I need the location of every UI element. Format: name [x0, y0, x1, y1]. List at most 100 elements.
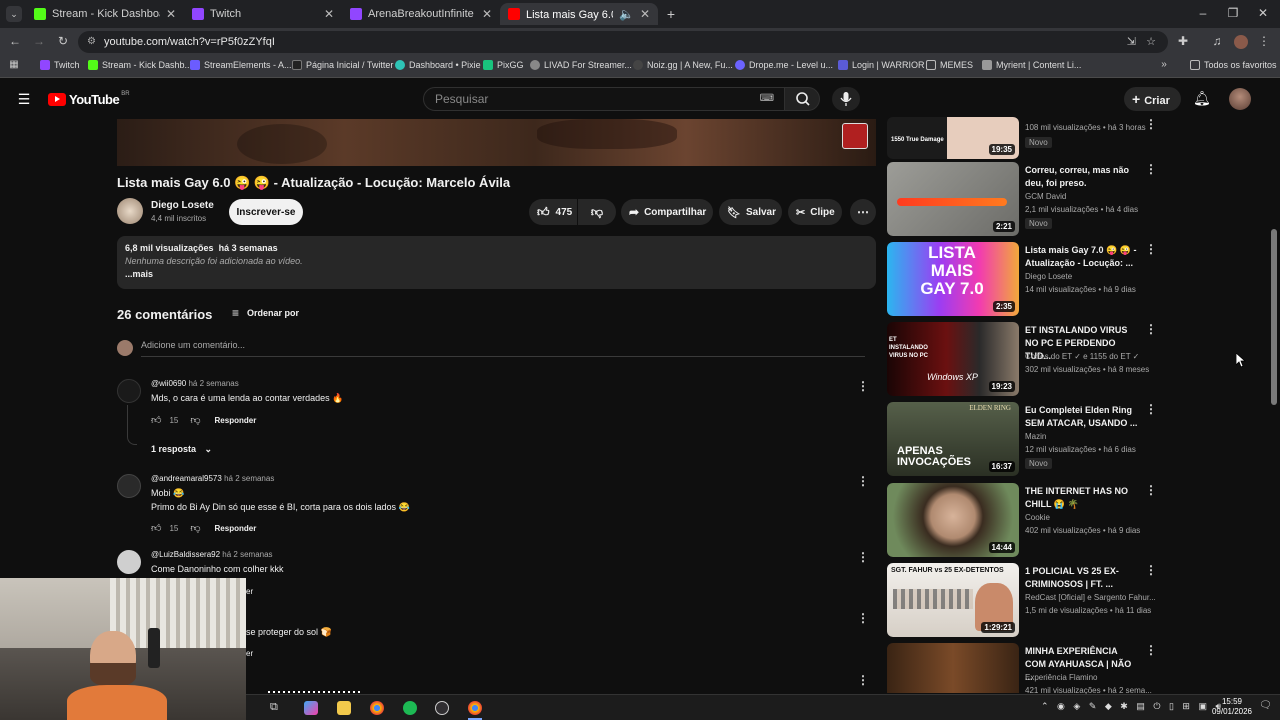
bookmark-livad[interactable]: LIVAD For Streamer... — [530, 60, 632, 70]
recommendation-item[interactable]: LISTA MAIS GAY 7.0 2:35 Lista mais Gay 7… — [887, 242, 1167, 318]
obs-icon[interactable] — [435, 701, 449, 715]
comment-menu-icon[interactable]: ⋮ — [857, 611, 869, 625]
bookmark-kick[interactable]: Stream - Kick Dashb... — [88, 60, 192, 70]
video-thumbnail[interactable]: SGT. FAHUR vs 25 EX-DETENTOS 1:29:21 — [887, 563, 1019, 637]
close-tab-icon[interactable]: ✕ — [640, 7, 650, 21]
menu-icon[interactable]: ☰ — [17, 91, 31, 108]
account-avatar[interactable] — [1229, 88, 1251, 110]
system-tray-icons[interactable]: ⌃ ◉ ◈ ✎ ◆ ✱ ▤ ⏻ ▯ ⊞ ▣ 🔊︎ — [1041, 701, 1224, 712]
close-tab-icon[interactable]: ✕ — [324, 7, 334, 21]
tab-search-icon[interactable]: ⌄ — [6, 6, 22, 22]
video-thumbnail[interactable]: 14:44 — [887, 483, 1019, 557]
show-replies-button[interactable]: 1 resposta ⌄ — [151, 444, 212, 455]
recommendation-item[interactable]: MINHA EXPERIÊNCIA COM AYAHUASCA | NÃO ..… — [887, 643, 1167, 695]
video-menu-icon[interactable]: ⋮ — [1145, 402, 1157, 416]
tab-twitch[interactable]: Twitch ✕ — [184, 3, 342, 25]
sort-comments-button[interactable]: ≡ Ordenar por — [232, 306, 299, 320]
recommendation-item[interactable]: 14:44 THE INTERNET HAS NO CHILL 😭 🌴 Cook… — [887, 483, 1167, 559]
video-menu-icon[interactable]: ⋮ — [1145, 162, 1157, 176]
video-player[interactable] — [117, 119, 876, 166]
extensions-icon[interactable]: ✚ — [1176, 34, 1190, 48]
bookmark-pixgg[interactable]: PixGG — [483, 60, 524, 70]
save-button[interactable]: 🔖︎ Salvar — [719, 199, 782, 225]
restore-icon[interactable]: ❐ — [1226, 6, 1240, 20]
avatar[interactable] — [117, 379, 141, 403]
task-view-icon[interactable]: ⧉ — [270, 701, 284, 715]
video-thumbnail[interactable]: LISTA MAIS GAY 7.0 2:35 — [887, 242, 1019, 316]
more-actions-button[interactable]: ⋯ — [850, 199, 876, 225]
minimize-icon[interactable]: – — [1196, 6, 1210, 20]
comment-author[interactable]: @LuizBaldissera92 — [151, 550, 220, 559]
video-menu-icon[interactable]: ⋮ — [1145, 322, 1157, 336]
reload-icon[interactable]: ↻ — [56, 34, 70, 48]
media-control-icon[interactable]: ♫ — [1210, 34, 1224, 48]
search-button[interactable] — [784, 87, 820, 111]
close-tab-icon[interactable]: ✕ — [166, 7, 176, 21]
video-menu-icon[interactable]: ⋮ — [1145, 117, 1157, 131]
browser-menu-icon[interactable]: ⋮ — [1258, 34, 1270, 48]
bookmark-folder-memes[interactable]: MEMES — [926, 60, 973, 70]
comment-menu-icon[interactable]: ⋮ — [857, 550, 869, 564]
voice-search-button[interactable] — [832, 87, 860, 111]
bookmark-streamelements[interactable]: StreamElements - A... — [190, 60, 292, 70]
youtube-logo[interactable]: YouTube BR — [48, 91, 130, 107]
share-button[interactable]: ➦ Compartilhar — [621, 199, 713, 225]
search-input[interactable]: Pesquisar ⌨ — [423, 87, 785, 111]
comment-author[interactable]: @wii0690 — [151, 379, 186, 388]
video-thumbnail[interactable]: 2:21 — [887, 162, 1019, 236]
notifications-bell-icon[interactable]: 🔔︎ — [1193, 90, 1211, 107]
back-icon[interactable]: ← — [8, 34, 22, 48]
close-tab-icon[interactable]: ✕ — [482, 7, 492, 21]
spotify-icon[interactable] — [403, 701, 417, 715]
channel-name[interactable]: Diego Losete — [151, 200, 214, 211]
comment-author[interactable]: @andreamaral9573 — [151, 474, 222, 483]
bookmark-pixie[interactable]: Dashboard • Pixie — [395, 60, 481, 70]
comment-menu-icon[interactable]: ⋮ — [857, 379, 869, 393]
show-more-link[interactable]: ...mais — [125, 268, 868, 281]
close-window-icon[interactable]: ✕ — [1256, 6, 1270, 20]
comment-menu-icon[interactable]: ⋮ — [857, 673, 869, 687]
profile-avatar[interactable] — [1234, 35, 1248, 49]
more-bookmarks-icon[interactable]: » — [1158, 59, 1170, 70]
recommendation-item[interactable]: 2:21 Correu, correu, mas não deu, foi pr… — [887, 162, 1167, 238]
description-box[interactable]: 6,8 mil visualizações há 3 semanas Nenhu… — [117, 236, 876, 289]
video-thumbnail[interactable] — [887, 643, 1019, 693]
recommendation-item[interactable]: ELDEN RING APENAS INVOCAÇÕES 16:37 Eu Co… — [887, 402, 1167, 478]
video-menu-icon[interactable]: ⋮ — [1145, 483, 1157, 497]
video-thumbnail[interactable]: ELDEN RING APENAS INVOCAÇÕES 16:37 — [887, 402, 1019, 476]
dislike-button[interactable]: 👎︎ — [578, 199, 616, 225]
like-comment-icon[interactable]: 👍︎ — [151, 522, 161, 534]
like-button[interactable]: 👍︎ 475 — [529, 199, 577, 225]
new-tab-icon[interactable]: + — [664, 6, 678, 22]
dislike-comment-icon[interactable]: 👎︎ — [190, 522, 200, 534]
create-button[interactable]: + Criar — [1124, 87, 1181, 111]
like-comment-icon[interactable]: 👍︎ — [151, 414, 161, 426]
address-bar[interactable]: ⚙ youtube.com/watch?v=rP5f0zZYfqI ⇲ ☆ — [78, 31, 1168, 53]
bookmark-twitch[interactable]: Twitch — [40, 60, 80, 70]
install-app-icon[interactable]: ⇲ — [1127, 31, 1136, 53]
page-scrollbar[interactable] — [1270, 119, 1278, 694]
tab-kick-dashboard[interactable]: Stream - Kick Dashboard ✕ — [26, 3, 184, 25]
channel-avatar[interactable] — [117, 198, 143, 224]
dislike-comment-icon[interactable]: 👎︎ — [190, 414, 200, 426]
recommendation-item[interactable]: SGT. FAHUR vs 25 EX-DETENTOS 1:29:21 1 P… — [887, 563, 1167, 639]
copilot-icon[interactable] — [304, 701, 318, 715]
apps-grid-icon[interactable]: ▦ — [8, 59, 20, 70]
site-info-icon[interactable]: ⚙ — [87, 31, 96, 53]
video-thumbnail[interactable]: 1550 True Damage 19:35 — [887, 117, 1019, 159]
recommendation-item[interactable]: ET INSTALANDO VIRUS NO PC Windows XP 19:… — [887, 322, 1167, 398]
notifications-icon[interactable]: 🗨︎ — [1259, 700, 1272, 711]
bookmark-warrior[interactable]: Login | WARRIOR — [838, 60, 925, 70]
recommendation-item[interactable]: 1550 True Damage 19:35 108 mil visualiza… — [887, 117, 1167, 161]
forward-icon[interactable]: → — [32, 34, 46, 48]
avatar[interactable] — [117, 474, 141, 498]
bookmark-twitter[interactable]: Página Inicial / Twitter — [292, 60, 393, 70]
mute-tab-icon[interactable]: 🔈 — [619, 7, 634, 21]
avatar[interactable] — [117, 550, 141, 574]
tab-youtube-video[interactable]: Lista mais Gay 6.0 😜 😜 - 🔈 ✕ — [500, 3, 658, 25]
add-comment-input[interactable]: Adicione um comentário... — [141, 340, 865, 357]
channel-watermark[interactable] — [842, 123, 868, 149]
bookmark-drope[interactable]: Drope.me - Level u... — [735, 60, 833, 70]
reply-button[interactable]: Responder — [215, 524, 257, 533]
bookmark-noiz[interactable]: Noiz.gg | A New, Fu... — [633, 60, 733, 70]
